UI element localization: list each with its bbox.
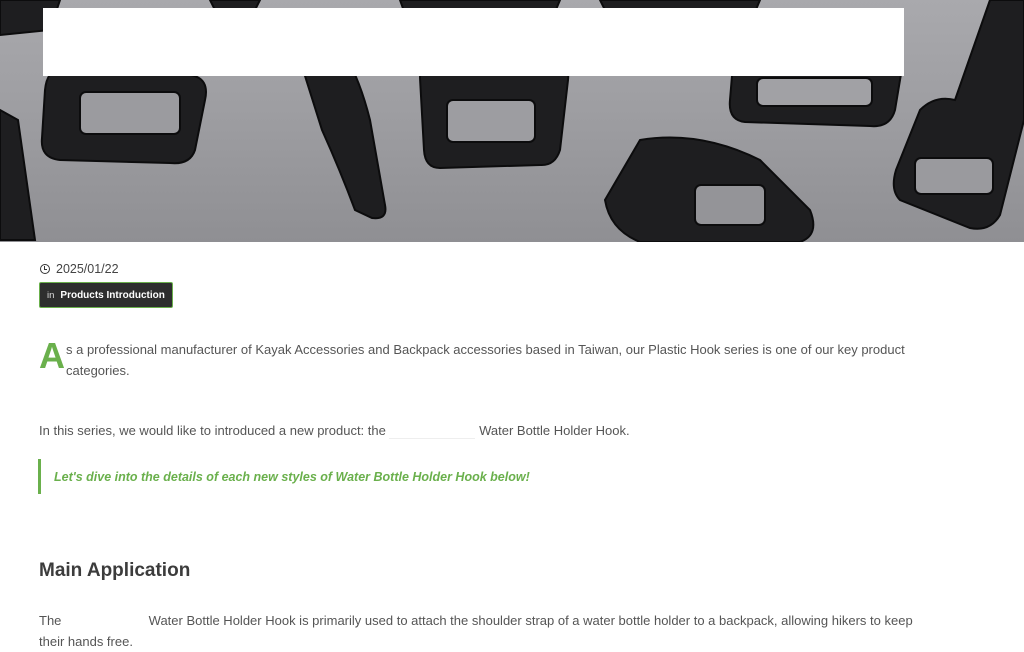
clock-icon <box>40 264 50 274</box>
application-name-placeholder <box>65 613 145 625</box>
post-date: 2025/01/22 <box>40 262 119 276</box>
intro-paragraph: As a professional manufacturer of Kayak … <box>39 335 919 381</box>
product-text-after: Water Bottle Holder Hook. <box>479 423 630 438</box>
category-prefix: in <box>47 289 55 301</box>
highlight-quote: Let's dive into the details of each new … <box>38 459 530 494</box>
product-text-before: In this series, we would like to introdu… <box>39 423 386 438</box>
hero-title-box <box>43 8 904 76</box>
hero-banner <box>0 0 1024 242</box>
dropcap-letter: A <box>39 335 65 376</box>
application-paragraph: The Water Bottle Holder Hook is primaril… <box>39 610 929 652</box>
application-text-before: The <box>39 613 62 628</box>
product-paragraph: In this series, we would like to introdu… <box>39 420 630 441</box>
section-heading: Main Application <box>39 560 191 581</box>
post-date-text: 2025/01/22 <box>56 262 119 276</box>
category-link[interactable]: Products Introduction <box>60 290 164 301</box>
product-name-placeholder <box>389 424 476 440</box>
quote-text: Let's dive into the details of each new … <box>54 469 530 484</box>
category-badge[interactable]: in Products Introduction <box>39 282 173 308</box>
intro-text: s a professional manufacturer of Kayak A… <box>66 342 905 378</box>
